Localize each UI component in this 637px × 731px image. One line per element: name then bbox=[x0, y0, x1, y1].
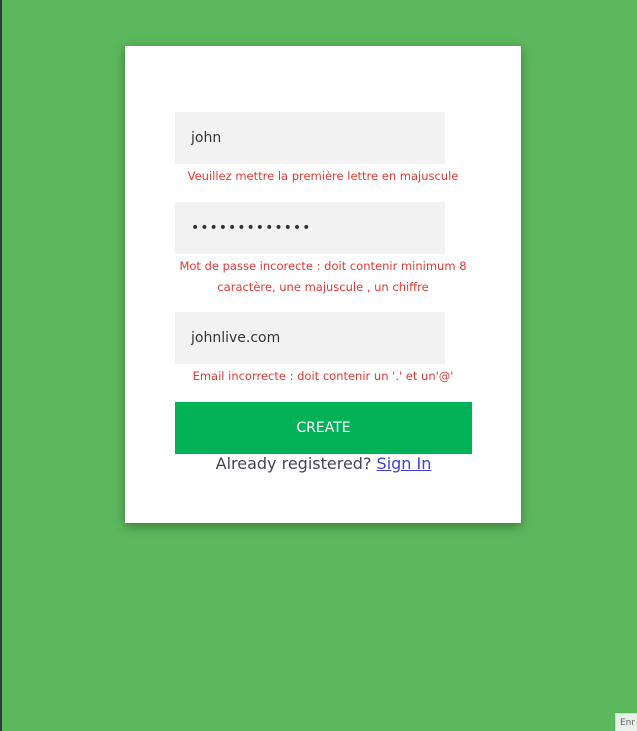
password-input[interactable] bbox=[175, 202, 445, 254]
registration-card: Veuillez mettre la première lettre en ma… bbox=[125, 46, 521, 523]
password-error-message: Mot de passe incorecte : doit contenir m… bbox=[179, 259, 467, 294]
sign-in-link[interactable]: Sign In bbox=[377, 454, 432, 473]
name-error-message: Veuillez mettre la première lettre en ma… bbox=[187, 169, 459, 183]
window-left-edge bbox=[0, 0, 2, 731]
email-input[interactable] bbox=[175, 312, 445, 364]
sign-in-row: Already registered? Sign In bbox=[175, 454, 472, 473]
email-error-message: Email incorrecte : doit contenir un '.' … bbox=[192, 369, 454, 383]
already-registered-text: Already registered? bbox=[215, 454, 377, 473]
name-input[interactable] bbox=[175, 112, 445, 164]
corner-badge: Enr bbox=[615, 713, 637, 731]
create-button[interactable]: CREATE bbox=[175, 402, 472, 454]
